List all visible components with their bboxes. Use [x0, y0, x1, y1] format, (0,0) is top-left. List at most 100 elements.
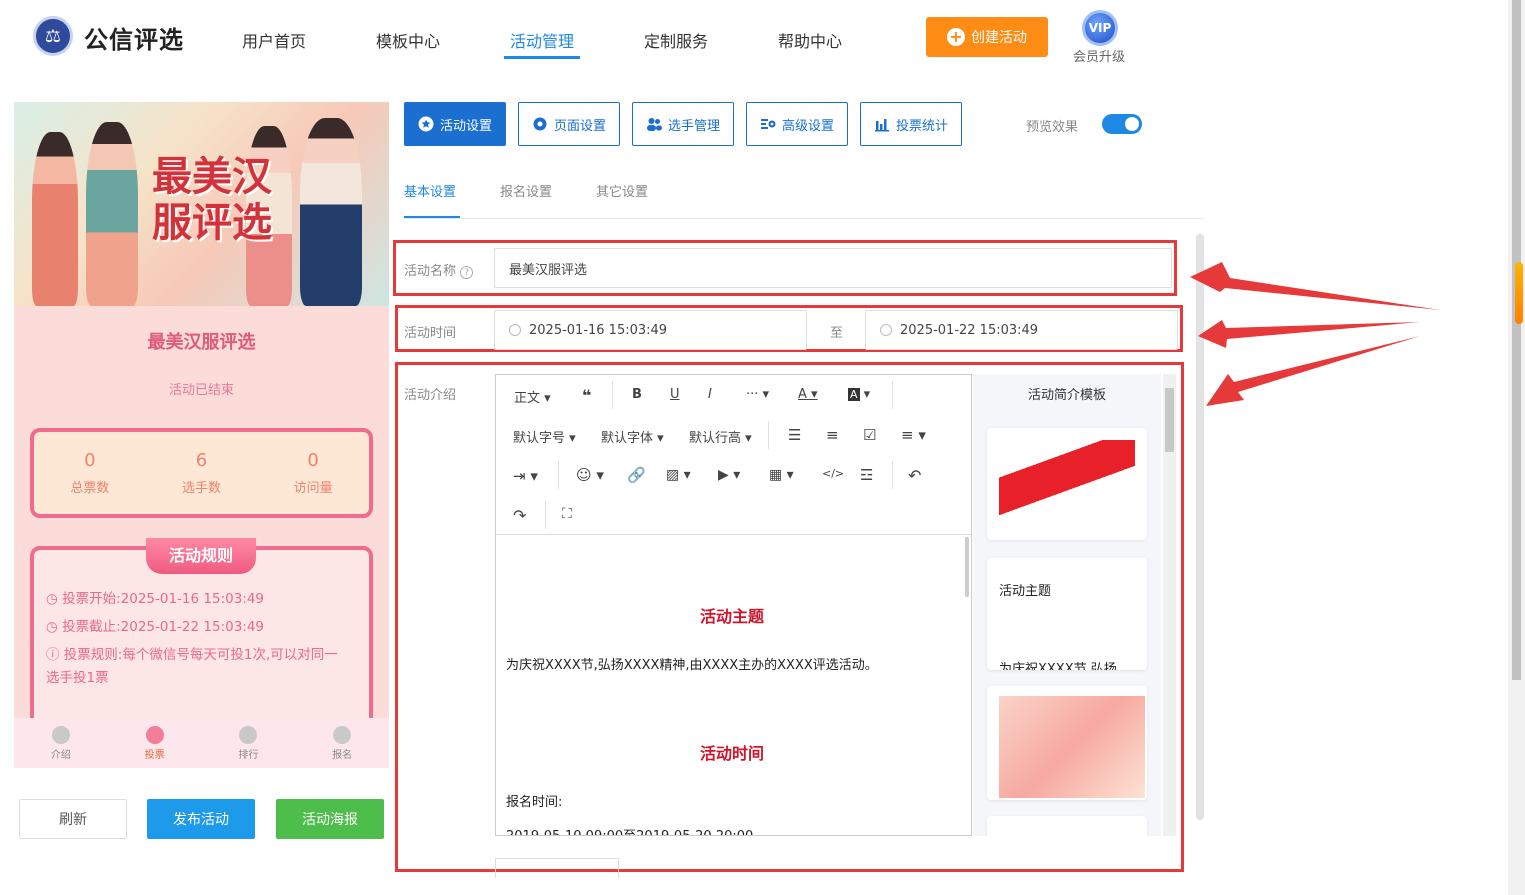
redo-icon[interactable]: ↷: [513, 506, 526, 525]
paragraph-style-select[interactable]: 正文 ▾: [514, 387, 551, 406]
quote-icon[interactable]: ❝: [582, 386, 591, 405]
content-heading-time: 活动时间: [699, 744, 764, 763]
create-activity-label: 创建活动: [971, 30, 1027, 46]
template-card-2[interactable]: 活动主题 为庆祝XXXX节,弘扬: [987, 558, 1147, 670]
font-family-select[interactable]: 默认字体 ▾: [601, 427, 664, 446]
preview-toggle[interactable]: [1102, 114, 1142, 134]
publish-activity-button[interactable]: 发布活动: [147, 799, 255, 839]
page-scrollbar[interactable]: [1508, 0, 1525, 895]
banner-image: 最美汉服评选: [14, 102, 389, 306]
divider-icon[interactable]: ☲: [860, 466, 873, 484]
editor-content[interactable]: 活动主题 为庆祝XXXX节,弘扬XXXX精神,由XXXX主办的XXXX评选活动。…: [496, 535, 971, 835]
template-card-1[interactable]: [987, 428, 1147, 540]
clock-icon: [509, 324, 521, 336]
background-color-icon[interactable]: A ▾: [848, 387, 870, 402]
subtab-basic-settings[interactable]: 基本设置: [404, 181, 456, 200]
tab-activity-settings[interactable]: 活动设置: [404, 102, 506, 146]
editor-footer-tab: [495, 858, 619, 878]
video-icon[interactable]: ▶ ▾: [718, 467, 740, 483]
content-paragraph-3: 2019-05-10 09:00至2019-05-20 20:00: [506, 825, 753, 835]
subtab-other-settings[interactable]: 其它设置: [596, 181, 648, 200]
nav-template-center[interactable]: 模板中心: [376, 28, 440, 52]
rules-title: 活动规则: [146, 538, 256, 574]
logo-text: 公信评选: [84, 26, 184, 54]
arrow-to-name: [1190, 262, 1440, 310]
line-height-select[interactable]: 默认行高 ▾: [689, 427, 752, 446]
subtab-divider: [404, 218, 1204, 219]
numbered-list-icon[interactable]: ≡: [826, 426, 839, 444]
emoji-icon[interactable]: ☺ ▾: [576, 466, 604, 484]
font-size-select[interactable]: 默认字号 ▾: [513, 427, 576, 446]
plus-icon: +: [947, 28, 965, 46]
create-activity-button[interactable]: + 创建活动: [926, 17, 1048, 57]
nav-user-home[interactable]: 用户首页: [242, 28, 306, 52]
activity-poster-button[interactable]: 活动海报: [276, 799, 384, 839]
todo-list-icon[interactable]: ☑: [863, 426, 876, 444]
scroll-indicator: [1515, 262, 1523, 324]
rule-vote-rule: ⓘ 投票规则:每个微信号每天可投1次,可以对同一选手投1票: [46, 647, 338, 686]
start-time-input[interactable]: 2025-01-16 15:03:49: [494, 310, 807, 350]
bullet-list-icon[interactable]: ☰: [788, 426, 801, 444]
template-card-text: 为庆祝XXXX节,弘扬: [999, 662, 1117, 670]
template-card-image: [999, 696, 1145, 798]
content-heading-theme: 活动主题: [699, 607, 764, 626]
more-styles-icon[interactable]: ··· ▾: [746, 387, 769, 402]
logo-icon: ⚖: [33, 16, 73, 56]
nav-help-center[interactable]: 帮助中心: [778, 28, 842, 52]
nav-custom-service[interactable]: 定制服务: [644, 28, 708, 52]
nav-activity-management[interactable]: 活动管理: [510, 28, 574, 52]
underline-icon[interactable]: U: [670, 387, 680, 402]
content-paragraph-2: 报名时间:: [506, 795, 563, 810]
vip-upgrade-label[interactable]: 会员升级: [1073, 46, 1125, 65]
preview-bottom-nav: 介绍 投票 排行 报名: [14, 718, 389, 768]
vip-icon[interactable]: VIP: [1082, 10, 1118, 46]
template-card-image: [999, 440, 1135, 516]
phone-preview: 最美汉服评选 最美汉服评选 活动已结束 0 总票数 6 选手数 0 访问量 活动…: [14, 102, 389, 768]
bottom-nav-intro: 介绍: [31, 725, 91, 761]
rank-icon: [239, 725, 258, 744]
image-icon[interactable]: ▨ ▾: [666, 467, 691, 483]
arrow-to-time: [1198, 320, 1420, 348]
bar-chart-icon: [874, 119, 889, 132]
stat-visits: 0 访问量: [293, 450, 333, 496]
tab-advanced-settings[interactable]: 高级设置: [746, 102, 848, 146]
activity-name-input[interactable]: 最美汉服评选: [494, 248, 1172, 288]
template-card-4[interactable]: [987, 816, 1147, 836]
fullscreen-icon[interactable]: ⛶: [562, 506, 572, 522]
editor-scrollbar[interactable]: [965, 537, 969, 597]
bold-icon[interactable]: B: [632, 387, 642, 402]
code-icon[interactable]: </>: [822, 467, 844, 480]
users-icon: [646, 118, 662, 131]
subtab-signup-settings[interactable]: 报名设置: [500, 181, 552, 200]
template-card-3[interactable]: [987, 686, 1147, 800]
table-icon[interactable]: ▦ ▾: [769, 467, 794, 483]
clock-icon: ◷: [46, 619, 63, 635]
refresh-button[interactable]: 刷新: [19, 799, 127, 839]
italic-icon[interactable]: I: [708, 387, 712, 402]
gear-icon: [533, 117, 547, 131]
preview-toggle-label: 预览效果: [1026, 120, 1079, 135]
banner-title: 最美汉服评选: [152, 153, 272, 246]
tab-vote-statistics[interactable]: 投票统计: [860, 102, 962, 146]
intro-icon: [51, 725, 70, 744]
end-time-input[interactable]: 2025-01-22 15:03:49: [865, 310, 1178, 350]
template-panel: 活动简介模板 活动主题 为庆祝XXXX节,弘扬: [973, 374, 1161, 836]
indent-icon[interactable]: ⇥ ▾: [513, 467, 538, 485]
tab-contestant-management[interactable]: 选手管理: [632, 102, 734, 146]
font-color-icon[interactable]: A ▾: [798, 387, 818, 402]
vote-icon: [145, 725, 164, 744]
tab-page-settings[interactable]: 页面设置: [518, 102, 620, 146]
undo-icon[interactable]: ↶: [908, 466, 921, 485]
template-scrollbar[interactable]: [1163, 374, 1176, 836]
align-icon[interactable]: ≡ ▾: [901, 426, 926, 444]
bottom-nav-vote: 投票: [125, 725, 185, 761]
sliders-icon: [760, 119, 776, 129]
rule-vote-end: ◷ 投票截止:2025-01-22 15:03:49: [46, 619, 265, 635]
rich-text-editor[interactable]: 正文 ▾ ❝ B U I ··· ▾ A ▾ A ▾ 默认字号 ▾ 默认字体 ▾…: [495, 374, 972, 836]
template-card-heading: 活动主题: [999, 584, 1052, 599]
preview-title: 最美汉服评选: [147, 332, 256, 353]
help-icon: ?: [460, 266, 474, 279]
clock-icon: [880, 324, 892, 336]
annotation-arrows: [1190, 262, 1440, 406]
link-icon[interactable]: 🔗: [627, 466, 646, 484]
